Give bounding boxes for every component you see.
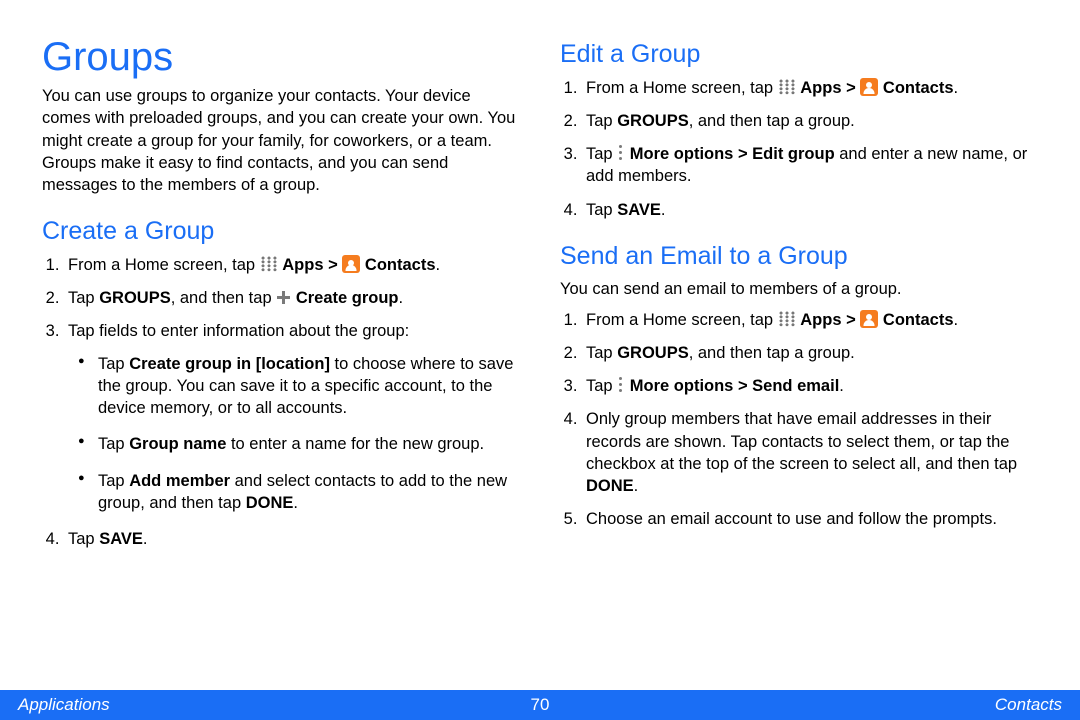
bold: More options > Send email <box>630 377 840 395</box>
more-options-icon <box>617 376 625 394</box>
create-step-2: Tap GROUPS, and then tap Create group. <box>64 287 520 309</box>
text: Tap <box>586 145 617 163</box>
text: Tap <box>586 201 617 219</box>
text: From a Home screen, tap <box>586 311 778 329</box>
send-step-1: From a Home screen, tap Apps > Contacts. <box>582 309 1038 331</box>
send-step-2: Tap GROUPS, and then tap a group. <box>582 342 1038 364</box>
send-step-4: Only group members that have email addre… <box>582 408 1038 497</box>
bold: More options > Edit group <box>630 145 835 163</box>
contacts-icon <box>860 310 878 328</box>
footer-page-number: 70 <box>531 695 550 715</box>
send-email-steps: From a Home screen, tap Apps > Contacts.… <box>560 309 1038 531</box>
create-step-3: Tap fields to enter information about th… <box>64 320 520 514</box>
bold: SAVE <box>99 530 143 548</box>
bullet-location: Tap Create group in [location] to choose… <box>78 353 520 420</box>
page-title: Groups <box>42 35 520 79</box>
edit-step-4: Tap SAVE. <box>582 199 1038 221</box>
edit-group-steps: From a Home screen, tap Apps > Contacts.… <box>560 77 1038 221</box>
edit-step-3: Tap More options > Edit group and enter … <box>582 143 1038 188</box>
groups-label: GROUPS <box>99 289 171 307</box>
text: Tap <box>68 530 99 548</box>
edit-step-2: Tap GROUPS, and then tap a group. <box>582 110 1038 132</box>
bullet-group-name: Tap Group name to enter a name for the n… <box>78 433 520 455</box>
text: Tap <box>98 472 129 490</box>
create-group-heading: Create a Group <box>42 218 520 246</box>
text: Tap <box>98 355 129 373</box>
contacts-label: Contacts <box>883 79 954 97</box>
bold: Add member <box>129 472 230 490</box>
footer-right: Contacts <box>995 695 1062 715</box>
text: Only group members that have email addre… <box>586 410 1017 473</box>
text: . <box>399 289 404 307</box>
apps-icon <box>260 255 278 273</box>
bold: GROUPS <box>617 112 689 130</box>
text: . <box>634 477 639 495</box>
contacts-icon <box>860 78 878 96</box>
send-step-3: Tap More options > Send email. <box>582 375 1038 397</box>
text: , and then tap <box>171 289 277 307</box>
create-step-4: Tap SAVE. <box>64 528 520 550</box>
text: . <box>293 494 298 512</box>
create-group-steps: From a Home screen, tap Apps > Contacts.… <box>42 254 520 551</box>
apps-icon <box>778 78 796 96</box>
text: Tap <box>586 377 617 395</box>
text: . <box>436 256 441 274</box>
text: . <box>954 79 959 97</box>
text: to enter a name for the new group. <box>226 435 484 453</box>
footer-left: Applications <box>18 695 110 715</box>
groups-intro: You can use groups to organize your cont… <box>42 85 520 196</box>
more-options-icon <box>617 144 625 162</box>
edit-group-heading: Edit a Group <box>560 41 1038 69</box>
page-body: Groups You can use groups to organize yo… <box>0 0 1080 683</box>
text: Tap <box>586 112 617 130</box>
text: From a Home screen, tap <box>586 79 778 97</box>
contacts-label: Contacts <box>883 311 954 329</box>
right-column: Edit a Group From a Home screen, tap App… <box>560 35 1038 683</box>
page-footer: Applications 70 Contacts <box>0 690 1080 720</box>
bold: Group name <box>129 435 226 453</box>
text: . <box>143 530 148 548</box>
create-step-3-bullets: Tap Create group in [location] to choose… <box>68 353 520 515</box>
text: Tap <box>98 435 129 453</box>
apps-icon <box>778 310 796 328</box>
create-step-1: From a Home screen, tap Apps > Contacts. <box>64 254 520 276</box>
bold: DONE <box>586 477 634 495</box>
apps-label: Apps > <box>282 256 342 274</box>
text: , and then tap a group. <box>689 112 855 130</box>
text: Tap fields to enter information about th… <box>68 322 409 340</box>
apps-label: Apps > <box>800 79 860 97</box>
bold: Create group in [location] <box>129 355 330 373</box>
text: Tap <box>586 344 617 362</box>
create-group-label: Create group <box>296 289 399 307</box>
plus-icon <box>276 290 291 305</box>
text: From a Home screen, tap <box>68 256 260 274</box>
left-column: Groups You can use groups to organize yo… <box>42 35 520 683</box>
send-step-5: Choose an email account to use and follo… <box>582 508 1038 530</box>
text: , and then tap a group. <box>689 344 855 362</box>
edit-step-1: From a Home screen, tap Apps > Contacts. <box>582 77 1038 99</box>
contacts-icon <box>342 255 360 273</box>
contacts-label: Contacts <box>365 256 436 274</box>
text: Tap <box>68 289 99 307</box>
bold: SAVE <box>617 201 661 219</box>
send-email-intro: You can send an email to members of a gr… <box>560 278 1038 300</box>
text: . <box>839 377 844 395</box>
bullet-add-member: Tap Add member and select contacts to ad… <box>78 470 520 515</box>
apps-label: Apps > <box>800 311 860 329</box>
text: . <box>954 311 959 329</box>
send-email-heading: Send an Email to a Group <box>560 243 1038 271</box>
text: . <box>661 201 666 219</box>
bold: GROUPS <box>617 344 689 362</box>
bold: DONE <box>246 494 294 512</box>
